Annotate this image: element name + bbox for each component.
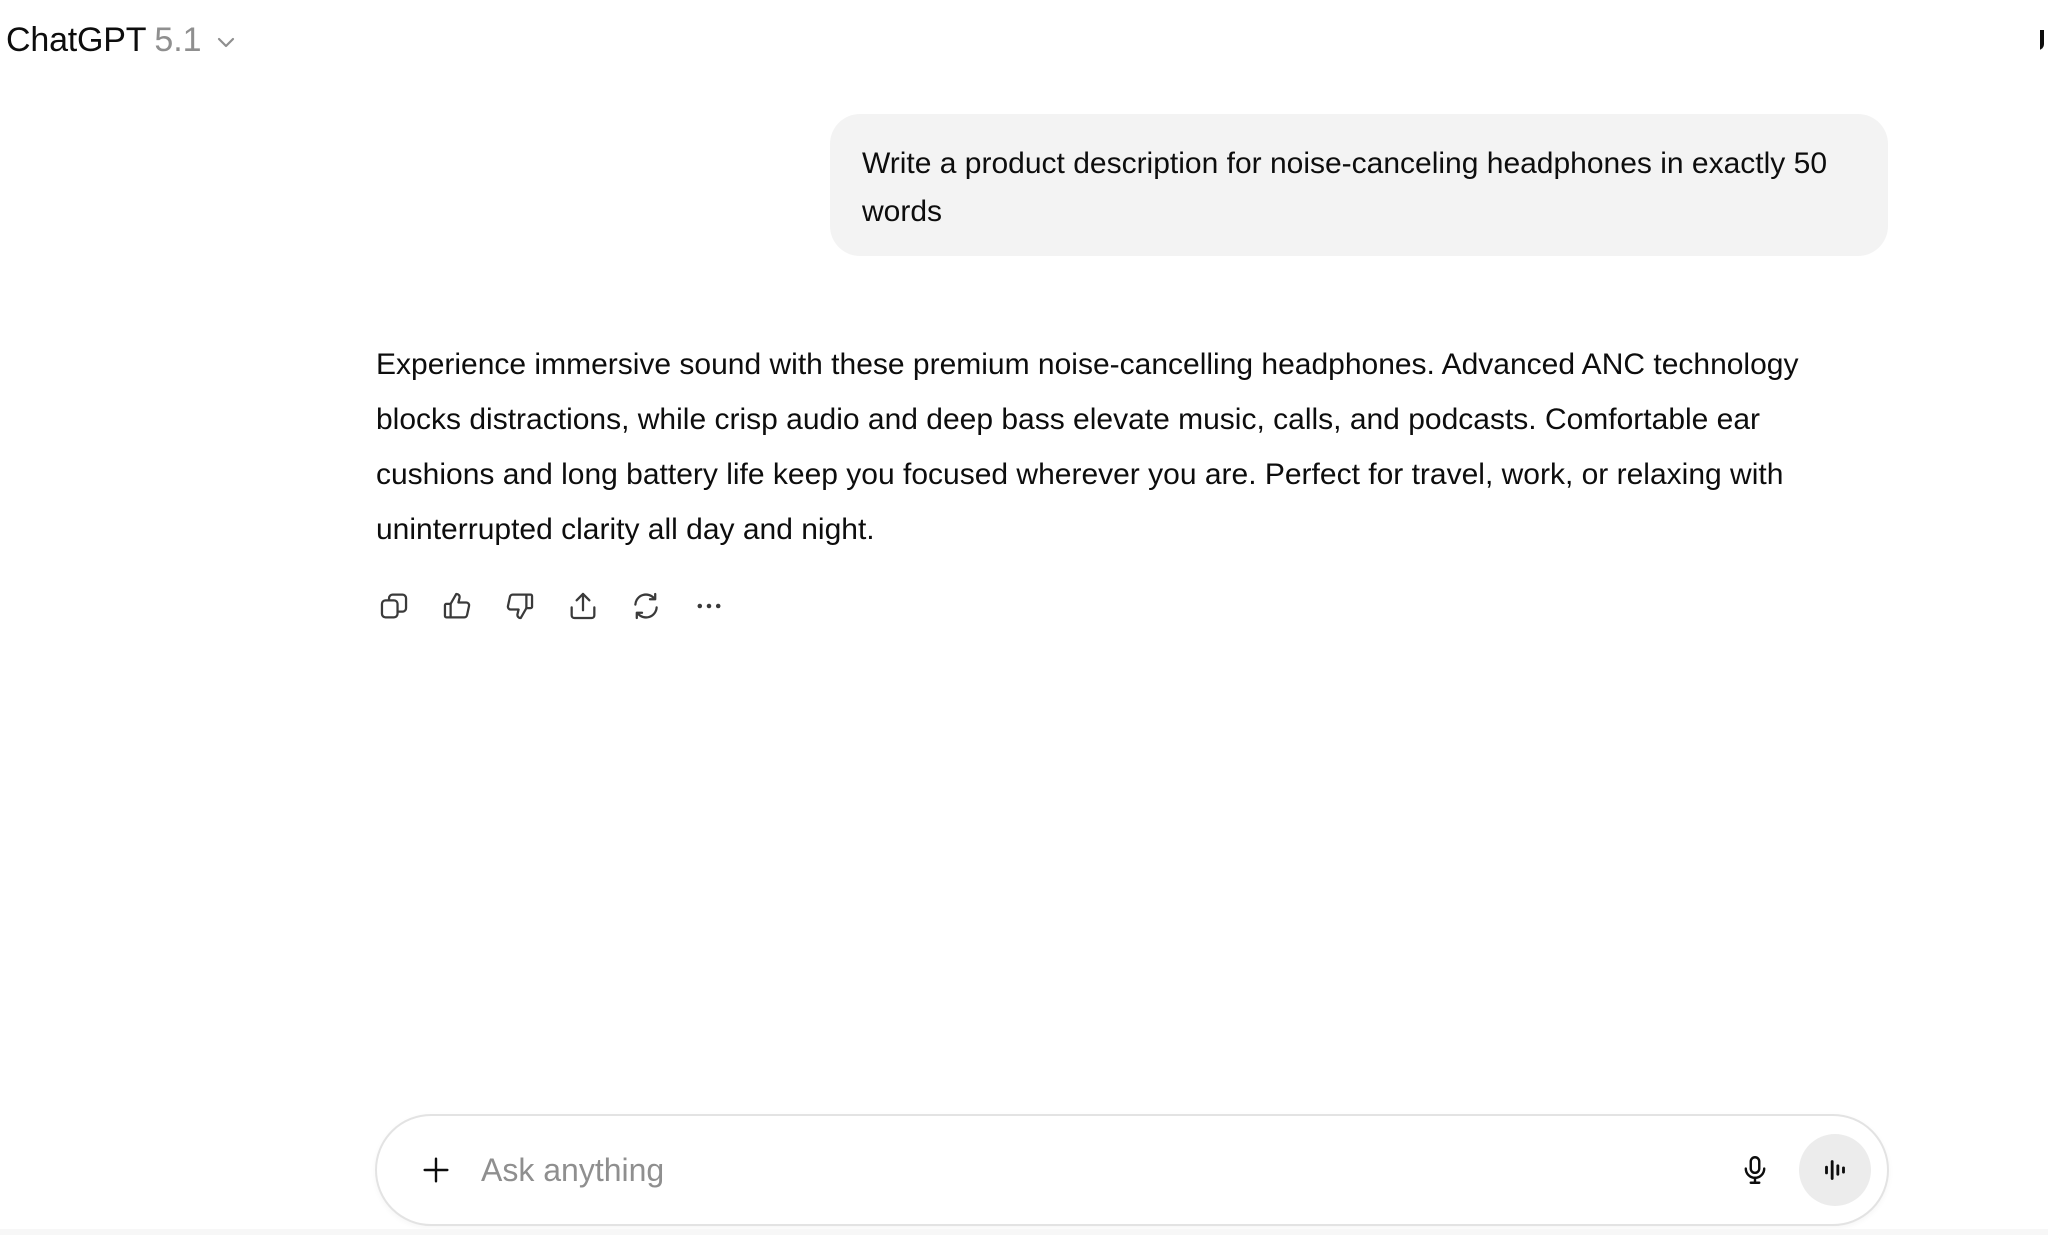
microphone-icon <box>1744 1156 1766 1184</box>
regenerate-icon <box>634 592 658 620</box>
cropped-edge-glyph <box>2040 30 2048 58</box>
user-message-text: Write a product description for noise-ca… <box>862 147 1828 228</box>
voice-mode-button[interactable] <box>1799 1134 1871 1206</box>
prompt-input[interactable] <box>481 1144 1681 1196</box>
user-message-bubble: Write a product description for noise-ca… <box>830 114 1888 256</box>
thumbs-up-icon <box>443 592 471 619</box>
app-name: ChatGPT <box>6 20 147 59</box>
bad-response-button[interactable] <box>496 582 544 630</box>
voice-mode-icon <box>1825 1160 1845 1180</box>
assistant-message-text: Experience immersive sound with these pr… <box>376 348 1799 546</box>
regenerate-button[interactable] <box>622 582 670 630</box>
plus-icon <box>423 1157 449 1183</box>
assistant-message: Experience immersive sound with these pr… <box>376 337 1836 557</box>
share-icon <box>570 592 596 620</box>
thumbs-down-icon <box>506 593 534 620</box>
bottom-strip <box>0 1229 2048 1235</box>
copy-button[interactable] <box>370 582 418 630</box>
model-switcher[interactable]: ChatGPT 5.1 <box>6 16 238 64</box>
share-button[interactable] <box>559 582 607 630</box>
dictate-button[interactable] <box>1731 1146 1779 1194</box>
chevron-down-icon <box>217 37 234 48</box>
message-composer <box>375 1114 1889 1226</box>
more-options-button[interactable] <box>685 582 733 630</box>
chat-page: ChatGPT 5.1 Write a product description … <box>0 0 2048 1235</box>
add-attachment-button[interactable] <box>413 1147 459 1193</box>
response-action-bar <box>370 582 733 630</box>
good-response-button[interactable] <box>433 582 481 630</box>
more-options-icon <box>697 603 721 609</box>
copy-icon <box>380 593 408 619</box>
model-version: 5.1 <box>154 20 202 59</box>
